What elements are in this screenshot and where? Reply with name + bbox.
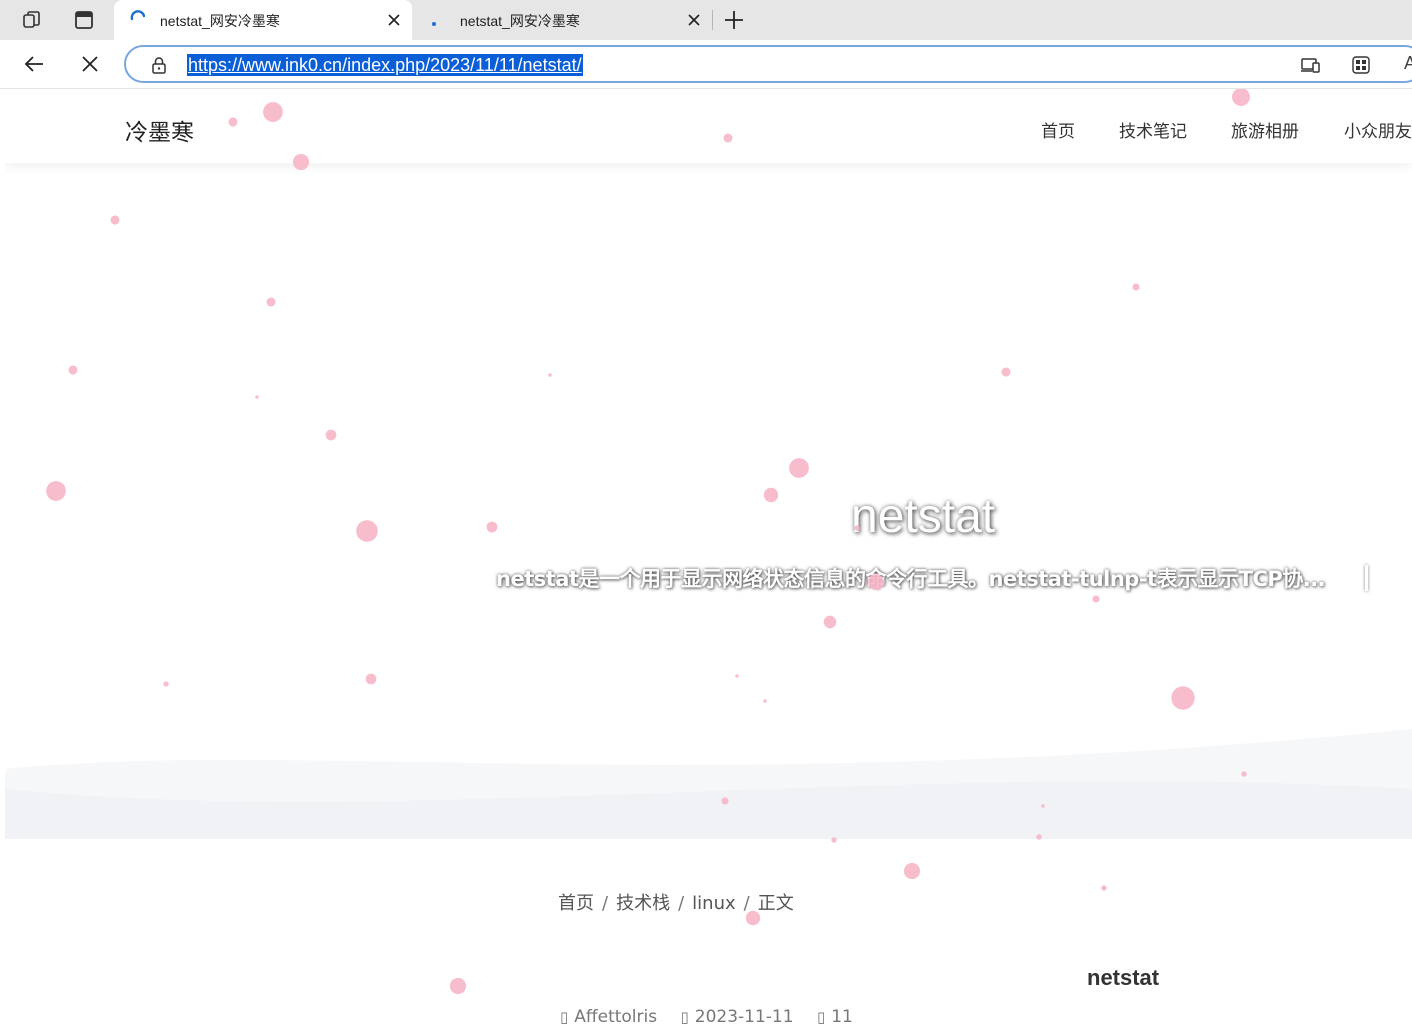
web-page: 冷墨寒 首页 技术笔记 旅游相册 小众朋友 netstat netstat是一个…	[5, 89, 1412, 1025]
devices-icon[interactable]	[1300, 55, 1322, 75]
tab-close-icon[interactable]	[386, 12, 402, 28]
nav-item-home[interactable]: 首页	[1041, 117, 1075, 142]
breadcrumb-category[interactable]: 技术栈	[616, 893, 670, 914]
nav-item-tech-notes[interactable]: 技术笔记	[1119, 117, 1187, 142]
post-meta: ▯ Affettolris ▯ 2023-11-11 ▯ 11	[560, 1007, 871, 1025]
hero-title: netstat	[851, 490, 996, 543]
post-views: ▯ 11	[817, 1007, 853, 1025]
site-logo[interactable]: 冷墨寒	[125, 113, 194, 147]
petal-decoration	[1101, 885, 1107, 891]
breadcrumb-home[interactable]: 首页	[558, 893, 594, 914]
post-date: ▯ 2023-11-11	[681, 1007, 794, 1025]
eye-icon: ▯	[816, 1008, 826, 1025]
read-aloud-icon[interactable]: A	[1404, 53, 1412, 74]
tab-title: netstat_网安冷墨寒	[460, 13, 580, 29]
user-icon: ▯	[560, 1008, 569, 1025]
loading-dot-icon	[430, 10, 446, 26]
tab-actions-icon[interactable]	[70, 7, 98, 33]
calendar-icon: ▯	[680, 1008, 689, 1025]
tab-title: netstat_网安冷墨寒	[160, 13, 280, 29]
url-text[interactable]: https://www.ink0.cn/index.php/2023/11/11…	[187, 54, 583, 76]
breadcrumb-subcategory[interactable]: linux	[692, 893, 735, 914]
lock-icon[interactable]	[150, 56, 168, 74]
tab-strip: netstat_网安冷墨寒 netstat_网安冷墨寒	[0, 0, 1412, 40]
nav-item-travel-album[interactable]: 旅游相册	[1231, 117, 1299, 142]
nav-item-friends[interactable]: 小众朋友	[1344, 117, 1412, 142]
breadcrumb-current: 正文	[757, 893, 794, 914]
hero-wave-decoration	[5, 729, 1412, 839]
site-header: 冷墨寒 首页 技术笔记 旅游相册 小众朋友	[5, 89, 1412, 163]
post-views-count: 11	[831, 1007, 853, 1025]
breadcrumb: 首页 / 技术栈 / linux / 正文	[558, 893, 794, 914]
post-author[interactable]: ▯ Affettolris	[560, 1007, 657, 1025]
hero-banner: netstat netstat是一个用于显示网络状态信息的命令行工具。netst…	[5, 163, 1412, 839]
new-tab-icon[interactable]	[722, 8, 746, 32]
petal-decoration	[903, 862, 921, 880]
back-arrow-icon[interactable]	[22, 52, 46, 76]
apps-grid-icon[interactable]	[1350, 55, 1372, 75]
tab-separator	[712, 10, 713, 30]
post-date-text: 2023-11-11	[694, 1007, 794, 1025]
address-bar[interactable]: https://www.ink0.cn/index.php/2023/11/11…	[124, 45, 1412, 83]
workspaces-icon[interactable]	[18, 7, 46, 33]
petal-decoration	[449, 977, 467, 995]
post-author-name: Affettolris	[574, 1007, 658, 1025]
tab-netstat-inactive[interactable]: netstat_网安冷墨寒	[414, 0, 712, 40]
typing-cursor	[1365, 565, 1368, 591]
browser-toolbar: https://www.ink0.cn/index.php/2023/11/11…	[0, 40, 1412, 89]
stop-loading-icon[interactable]	[78, 52, 102, 76]
hero-description: netstat是一个用于显示网络状态信息的命令行工具。netstat-tulnp…	[496, 567, 1326, 591]
loading-spinner-icon	[130, 10, 146, 26]
post-title: netstat	[1087, 965, 1160, 990]
tab-close-icon[interactable]	[686, 12, 702, 28]
tab-netstat-active[interactable]: netstat_网安冷墨寒	[114, 0, 412, 40]
